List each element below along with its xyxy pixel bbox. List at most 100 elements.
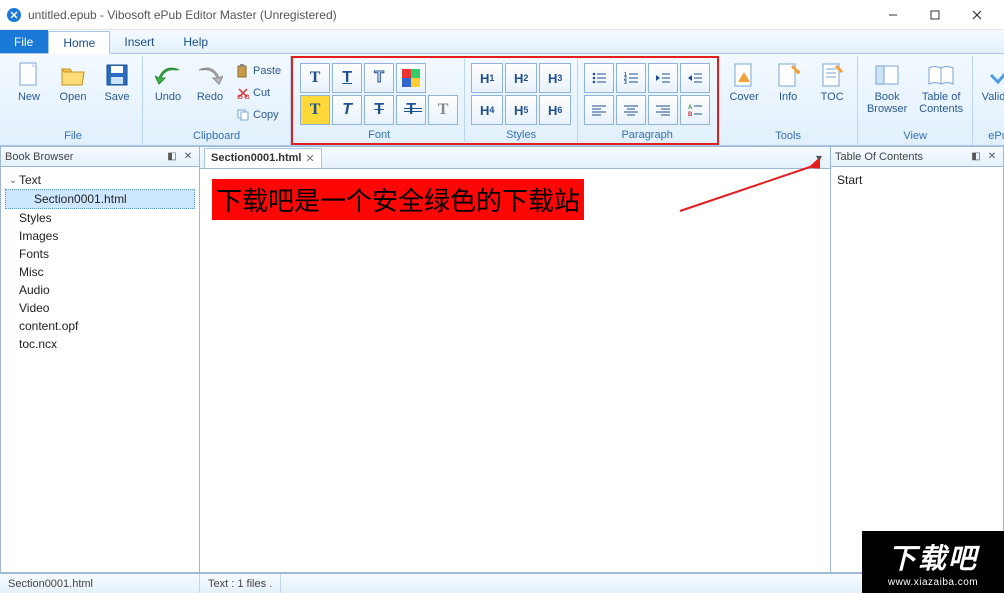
tree-root-text[interactable]: ⌄Text	[5, 171, 195, 189]
font-outline-button[interactable]: T	[364, 63, 394, 93]
panel-close-button[interactable]: ✕	[181, 150, 195, 164]
tab-close-icon[interactable]: ✕	[305, 152, 314, 165]
cover-button[interactable]: Cover	[723, 58, 765, 128]
bullet-list-button[interactable]	[584, 63, 614, 93]
toc-button[interactable]: TOC	[811, 58, 853, 128]
toc-view-button[interactable]: Table of Contents	[914, 58, 968, 128]
number-list-button[interactable]: 123	[616, 63, 646, 93]
tree-item[interactable]: content.opf	[5, 317, 195, 335]
h3-button[interactable]: H3	[539, 63, 571, 93]
book-icon	[927, 61, 955, 89]
ribbon: New Open Save File Undo Redo P	[0, 54, 1004, 146]
tree-item[interactable]: Misc	[5, 263, 195, 281]
font-italic-button[interactable]: T	[332, 95, 362, 125]
outdent-button[interactable]	[648, 63, 678, 93]
align-justify-button[interactable]: AB	[680, 95, 710, 125]
paste-button[interactable]: Paste	[231, 60, 286, 82]
tree-item[interactable]: Fonts	[5, 245, 195, 263]
validate-button[interactable]: Validate	[977, 58, 1004, 128]
save-icon	[103, 61, 131, 89]
font-highlight-button[interactable]: T	[300, 95, 330, 125]
toc-tree[interactable]: Start	[831, 167, 1003, 572]
svg-text:B: B	[688, 112, 693, 117]
font-strike-button[interactable]: T	[364, 95, 394, 125]
book-browser-panel: Book Browser ◧ ✕ ⌄Text Section0001.html …	[0, 146, 200, 573]
menu-file[interactable]: File	[0, 30, 48, 53]
cut-button[interactable]: Cut	[231, 82, 286, 104]
watermark: 下载吧 www.xiazaiba.com	[862, 531, 1004, 593]
workspace: Book Browser ◧ ✕ ⌄Text Section0001.html …	[0, 146, 1004, 573]
checkmark-icon	[987, 61, 1004, 89]
ribbon-group-view: Book Browser Table of Contents View	[858, 56, 973, 145]
toc-icon	[818, 61, 846, 89]
ribbon-group-styles: H1 H2 H3 H4 H5 H6 Styles	[465, 59, 578, 142]
tree-collapse-icon[interactable]: ⌄	[7, 175, 19, 186]
tree-item[interactable]: Video	[5, 299, 195, 317]
panel-icon	[873, 61, 901, 89]
editor-text[interactable]: 下载吧是一个安全绿色的下载站	[212, 179, 584, 220]
editor-panel: Section0001.html ✕ ▾ 下载吧是一个安全绿色的下载站	[200, 146, 830, 573]
cover-icon	[730, 61, 758, 89]
save-button[interactable]: Save	[96, 58, 138, 128]
book-browser-tree[interactable]: ⌄Text Section0001.html StylesImagesFonts…	[1, 167, 199, 572]
tree-item[interactable]: Images	[5, 227, 195, 245]
redo-button[interactable]: Redo	[191, 58, 229, 128]
menu-bar: File Home Insert Help	[0, 30, 1004, 54]
new-button[interactable]: New	[8, 58, 50, 128]
maximize-button[interactable]	[914, 1, 956, 29]
menu-insert[interactable]: Insert	[110, 30, 169, 53]
document-tab[interactable]: Section0001.html ✕	[204, 148, 322, 168]
align-right-button[interactable]	[648, 95, 678, 125]
minimize-button[interactable]	[872, 1, 914, 29]
tree-item[interactable]: toc.ncx	[5, 335, 195, 353]
panel-float-button[interactable]: ◧	[969, 150, 983, 164]
ribbon-group-epub: Validate ePub	[973, 56, 1004, 145]
toc-header: Table Of Contents ◧ ✕	[831, 147, 1003, 167]
tree-item[interactable]: Audio	[5, 281, 195, 299]
info-button[interactable]: Info	[767, 58, 809, 128]
indent-button[interactable]	[680, 63, 710, 93]
tree-item[interactable]: Styles	[5, 209, 195, 227]
font-plain-button[interactable]: T	[428, 95, 458, 125]
h6-button[interactable]: H6	[539, 95, 571, 125]
title-bar: untitled.epub - Vibosoft ePub Editor Mas…	[0, 0, 1004, 30]
h1-button[interactable]: H1	[471, 63, 503, 93]
clipboard-mini-col: Paste Cut Copy	[231, 58, 286, 126]
tree-item-section0001[interactable]: Section0001.html	[5, 189, 195, 209]
menu-home[interactable]: Home	[48, 31, 110, 54]
new-file-icon	[15, 61, 43, 89]
svg-text:A: A	[688, 105, 693, 111]
panel-float-button[interactable]: ◧	[165, 150, 179, 164]
font-normal-button[interactable]: T	[300, 63, 330, 93]
app-icon	[6, 7, 22, 23]
window-title: untitled.epub - Vibosoft ePub Editor Mas…	[28, 8, 337, 22]
ribbon-group-tools: Cover Info TOC Tools	[719, 56, 858, 145]
copy-button[interactable]: Copy	[231, 104, 286, 126]
tab-dropdown-icon[interactable]: ▾	[812, 151, 826, 165]
ribbon-group-clipboard: Undo Redo Paste Cut Copy Clipboard	[143, 56, 291, 145]
font-underline-button[interactable]: T	[332, 63, 362, 93]
open-button[interactable]: Open	[52, 58, 94, 128]
cut-icon	[236, 86, 250, 100]
toc-panel: Table Of Contents ◧ ✕ Start	[830, 146, 1004, 573]
book-browser-button[interactable]: Book Browser	[862, 58, 912, 128]
ribbon-group-file: New Open Save File	[4, 56, 143, 145]
close-button[interactable]	[956, 1, 998, 29]
undo-button[interactable]: Undo	[147, 58, 189, 128]
h2-button[interactable]: H2	[505, 63, 537, 93]
toc-item-start[interactable]: Start	[835, 171, 999, 189]
align-center-button[interactable]	[616, 95, 646, 125]
font-color-button[interactable]	[396, 63, 426, 93]
menu-help[interactable]: Help	[169, 30, 223, 53]
undo-icon	[154, 61, 182, 89]
panel-close-button[interactable]: ✕	[985, 150, 999, 164]
align-left-button[interactable]	[584, 95, 614, 125]
h4-button[interactable]: H4	[471, 95, 503, 125]
h5-button[interactable]: H5	[505, 95, 537, 125]
status-filename: Section0001.html	[0, 574, 200, 593]
document-tabbar: Section0001.html ✕ ▾	[200, 147, 830, 169]
font-double-strike-button[interactable]: T	[396, 95, 426, 125]
svg-text:3: 3	[624, 80, 627, 85]
book-browser-header: Book Browser ◧ ✕	[1, 147, 199, 167]
editor-area[interactable]: 下载吧是一个安全绿色的下载站	[200, 169, 830, 572]
